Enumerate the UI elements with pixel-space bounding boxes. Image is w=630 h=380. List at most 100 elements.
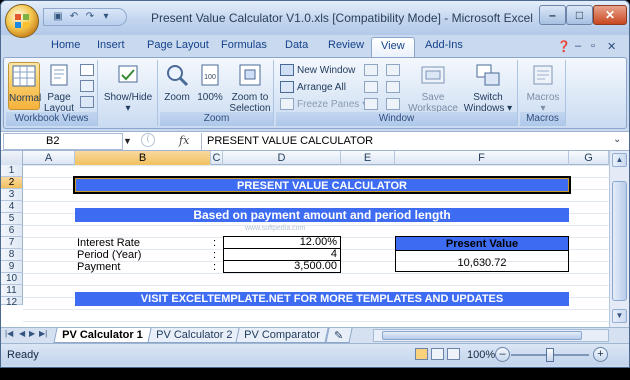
show-hide-button[interactable]: Show/Hide ▾ [102, 62, 154, 114]
column-header-f[interactable]: F [395, 151, 569, 165]
column-header-b[interactable]: B [75, 151, 211, 165]
name-box[interactable]: B2 [3, 133, 123, 150]
zoom-level[interactable]: 100% [467, 349, 495, 361]
insert-sheet-button[interactable]: ✎ [325, 328, 353, 343]
expand-formula-bar-icon[interactable]: ⌄ [613, 134, 621, 145]
synchronous-scrolling-button[interactable] [386, 81, 400, 93]
period-label[interactable]: Period (Year) [77, 249, 141, 261]
page-layout-view-button[interactable]: Page Layout [42, 62, 76, 114]
split-button[interactable] [364, 64, 378, 76]
row-header-4[interactable]: 4 [1, 201, 23, 213]
row-header-7[interactable]: 7 [1, 237, 23, 249]
page-break-preview-button[interactable] [80, 64, 94, 76]
horizontal-scroll-thumb[interactable] [382, 331, 582, 340]
workbook-close-icon[interactable]: ✕ [607, 40, 616, 53]
normal-view-status-icon[interactable] [415, 348, 428, 360]
unhide-window-button[interactable] [364, 98, 378, 110]
sheet-tab-pv-comparator[interactable]: PV Comparator [235, 328, 329, 343]
present-value-header[interactable]: Present Value [396, 237, 568, 251]
footer-banner[interactable]: VISIT EXCELTEMPLATE.NET FOR MORE TEMPLAT… [75, 292, 569, 306]
row-header-11[interactable]: 11 [1, 285, 23, 297]
tab-insert[interactable]: Insert [97, 39, 125, 51]
save-workspace-button[interactable]: Save Workspace [408, 62, 458, 114]
tab-formulas[interactable]: Formulas [221, 39, 267, 51]
payment-label[interactable]: Payment [77, 261, 120, 273]
column-header-c[interactable]: C [211, 151, 223, 165]
zoom-to-selection-button[interactable]: Zoom to Selection [228, 62, 272, 114]
cancel-entry-icon[interactable]: ( [141, 133, 155, 147]
scroll-up-icon[interactable]: ▲ [612, 153, 627, 167]
subtitle-banner[interactable]: Based on payment amount and period lengt… [75, 208, 569, 222]
full-screen-button[interactable] [80, 96, 94, 108]
page-break-status-icon[interactable] [447, 348, 460, 360]
office-button[interactable] [5, 4, 39, 38]
row-header-12[interactable]: 12 [1, 297, 23, 308]
row-header-5[interactable]: 5 [1, 213, 23, 225]
column-header-g[interactable]: G [569, 151, 609, 165]
row-header-10[interactable]: 10 [1, 273, 23, 285]
row-header-8[interactable]: 8 [1, 249, 23, 261]
close-button[interactable]: ✕ [593, 5, 627, 25]
normal-view-button[interactable]: Normal [8, 62, 42, 110]
undo-icon[interactable]: ↶ [68, 11, 80, 23]
next-sheet-icon[interactable]: ▶ [29, 329, 35, 338]
name-box-dropdown-icon[interactable]: ▼ [123, 136, 132, 146]
zoom-slider-knob[interactable] [546, 348, 554, 362]
interest-rate-label[interactable]: Interest Rate [77, 237, 140, 249]
macros-button[interactable]: Macros ▾ [522, 62, 564, 114]
tab-add-ins[interactable]: Add-Ins [425, 39, 463, 51]
tab-view[interactable]: View [371, 37, 415, 58]
row-header-9[interactable]: 9 [1, 261, 23, 273]
zoom-group-label: Zoom [160, 112, 273, 126]
last-sheet-icon[interactable]: ▶| [39, 329, 47, 338]
tab-page-layout[interactable]: Page Layout [147, 39, 209, 51]
view-side-by-side-button[interactable] [386, 64, 400, 76]
sheet-tab-pv-calculator-1[interactable]: PV Calculator 1 [53, 328, 152, 343]
prev-sheet-icon[interactable]: ◀ [19, 329, 25, 338]
tab-review[interactable]: Review [328, 39, 364, 51]
arrange-all-button[interactable]: Arrange All [280, 81, 346, 93]
row-header-3[interactable]: 3 [1, 189, 23, 201]
column-header-a[interactable]: A [23, 151, 75, 165]
save-icon[interactable]: ▣ [52, 11, 64, 23]
worksheet-grid[interactable]: A B C D E F G 1 2 3 4 5 6 7 8 9 10 11 12… [1, 151, 629, 327]
zoom-in-button[interactable]: + [593, 347, 608, 362]
customize-icon[interactable]: ▾ [100, 11, 112, 23]
switch-windows-button[interactable]: Switch Windows ▾ [462, 62, 514, 114]
column-header-e[interactable]: E [341, 151, 395, 165]
custom-views-button[interactable] [80, 80, 94, 92]
row-header-6[interactable]: 6 [1, 225, 23, 237]
present-value-result[interactable]: 10,630.72 [396, 257, 568, 269]
minimize-button[interactable]: – [539, 5, 566, 25]
vertical-scroll-thumb[interactable] [612, 181, 627, 301]
title-banner[interactable]: PRESENT VALUE CALCULATOR [73, 176, 571, 194]
freeze-panes-button[interactable]: Freeze Panes▾ [280, 98, 367, 110]
page-layout-status-icon[interactable] [431, 348, 444, 360]
zoom-button[interactable]: Zoom [162, 62, 192, 110]
scroll-down-icon[interactable]: ▼ [612, 309, 627, 323]
select-all-corner[interactable] [1, 151, 23, 165]
vertical-scrollbar[interactable]: ▲ ▼ [609, 151, 629, 327]
row-header-1[interactable]: 1 [1, 165, 23, 177]
payment-value[interactable]: 3,500.00 [223, 260, 341, 273]
horizontal-scrollbar[interactable] [373, 329, 609, 342]
row-header-2[interactable]: 2 [1, 177, 23, 189]
column-header-d[interactable]: D [223, 151, 341, 165]
ribbon-minimize-icon[interactable]: – [575, 40, 581, 52]
insert-function-button[interactable]: fx [179, 134, 189, 147]
maximize-button[interactable]: □ [566, 5, 593, 25]
reset-window-position-button[interactable] [386, 98, 400, 110]
new-window-button[interactable]: New Window [280, 64, 355, 76]
tab-home[interactable]: Home [51, 39, 80, 51]
sheet-tab-pv-calculator-2[interactable]: PV Calculator 2 [147, 328, 242, 343]
formula-input[interactable]: PRESENT VALUE CALCULATOR [201, 133, 611, 150]
ribbon-restore-icon[interactable]: ▫ [591, 40, 595, 52]
zoom-out-button[interactable]: – [495, 347, 510, 362]
hide-window-button[interactable] [364, 81, 378, 93]
help-icon[interactable]: ❓ [557, 40, 571, 53]
redo-icon[interactable]: ↷ [84, 11, 96, 23]
tab-data[interactable]: Data [285, 39, 308, 51]
normal-view-label: Normal [9, 93, 42, 104]
zoom-100-button[interactable]: 100 100% [196, 62, 224, 110]
first-sheet-icon[interactable]: |◀ [5, 329, 13, 338]
